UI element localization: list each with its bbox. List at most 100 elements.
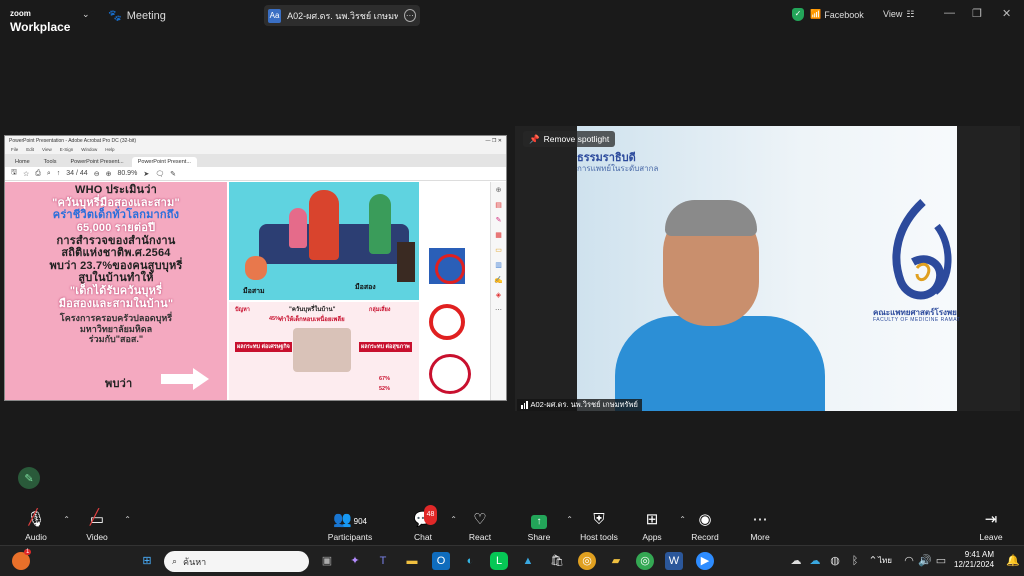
onedrive-icon[interactable]: ☁ — [806, 552, 824, 570]
taskbar-clock[interactable]: 9:41 AM 12/21/2024 — [954, 550, 994, 571]
zoom-level[interactable]: 80.9% — [117, 170, 137, 177]
file-explorer-icon[interactable]: ▬ — [403, 552, 421, 570]
spotlight-video-tile[interactable]: ธรรมราธิบดี การแพทย์ในระดับสากล คณะแพทยศ… — [515, 126, 1020, 411]
shield-icon: ⛨ — [593, 511, 605, 528]
remove-spotlight-button[interactable]: 📌 Remove spotlight — [523, 131, 616, 147]
menu-edit[interactable]: Edit — [26, 147, 34, 153]
view-label: View — [883, 9, 903, 19]
menu-window[interactable]: Window — [81, 147, 97, 153]
leave-button[interactable]: ⇥ Leave — [961, 511, 1021, 542]
shared-screen[interactable]: PowerPoint Presentation - Adobe Acrobat … — [4, 135, 507, 401]
outlook-icon[interactable]: O — [432, 552, 450, 570]
bluetooth-icon[interactable]: ᛒ — [846, 552, 864, 570]
record-button[interactable]: ◉ Record — [675, 511, 735, 542]
title-bar: zoom Workplace ⌄ 🐾 Meeting Aa A02-ผศ.ดร.… — [0, 0, 1024, 34]
chevron-up-icon[interactable]: ⌃ — [124, 515, 131, 524]
share-button[interactable]: ↑ Share ⌃ — [509, 511, 573, 542]
organization-logo — [429, 354, 471, 394]
view-menu[interactable]: View ☷ — [883, 9, 914, 20]
line-tray-icon[interactable]: ◍ — [826, 552, 844, 570]
more-options-icon[interactable]: ⋯ — [403, 9, 417, 22]
close-icon[interactable]: ✕ — [1002, 7, 1011, 20]
edit-pdf-icon[interactable]: ✎ — [496, 216, 502, 224]
slide-line: พบว่า 23.7%ของคนสูบบุหรี่ — [49, 259, 183, 272]
tab-document-1[interactable]: PowerPoint Present... — [65, 157, 130, 167]
annotate-pen-icon[interactable]: ✎ — [18, 467, 40, 489]
info-pct-1: 45% — [269, 316, 281, 322]
menu-file[interactable]: File — [11, 147, 18, 153]
export-pdf-icon[interactable]: ▤ — [495, 201, 502, 209]
shared-screen-title: A02-ผศ.ดร. นพ.วิรชย์ เกษมทรัพย์'s s — [287, 10, 398, 21]
organize-icon[interactable]: ▥ — [495, 261, 502, 269]
chat-button[interactable]: 💬 48 Chat ⌃ — [393, 505, 457, 542]
folder-icon[interactable]: ▰ — [607, 552, 625, 570]
video-label: Video — [86, 532, 108, 542]
select-icon[interactable]: ➤ — [143, 170, 149, 178]
live-stream-status[interactable]: 📶 Facebook — [810, 9, 864, 20]
edge-icon[interactable]: ◐ — [461, 552, 479, 570]
zoom-workplace-logo[interactable]: zoom Workplace — [10, 4, 70, 34]
shared-screen-tab[interactable]: Aa A02-ผศ.ดร. นพ.วิรชย์ เกษมทรัพย์'s s ⋯ — [264, 5, 420, 26]
tab-document-2[interactable]: PowerPoint Present... — [131, 157, 197, 167]
more-button[interactable]: ⋯ More — [730, 511, 790, 542]
more-tools-icon[interactable]: ⋯ — [495, 306, 502, 314]
tab-tools[interactable]: Tools — [38, 157, 63, 167]
chevron-down-icon[interactable]: ⌄ — [82, 9, 90, 20]
battery-icon[interactable]: ▭ — [932, 552, 950, 570]
save-icon[interactable]: 🖫 — [11, 168, 17, 179]
pen-icon[interactable]: ✎ — [170, 170, 176, 178]
menu-help[interactable]: Help — [105, 147, 114, 153]
host-tools-button[interactable]: ⛨ Host tools — [569, 511, 629, 542]
print-icon[interactable]: ⎙ — [35, 170, 41, 178]
zoom-in-icon[interactable]: ⊕ — [106, 170, 112, 178]
pdf-page: WHO ประเมินว่า "ควันบุหรี่มือสองและสาม" … — [5, 182, 491, 400]
zoom-out-icon[interactable]: ⊖ — [94, 170, 100, 178]
window-controls: — ❐ ✕ — [485, 138, 502, 144]
search-icon[interactable]: ⌕ — [47, 170, 51, 178]
bookmark-icon[interactable]: ☆ — [23, 170, 29, 178]
photos-icon[interactable]: ▲ — [519, 552, 537, 570]
page-indicator[interactable]: 34 / 44 — [66, 170, 87, 177]
menu-esign[interactable]: E-Sign — [60, 147, 74, 153]
copilot-icon[interactable]: ✦ — [346, 552, 364, 570]
participants-button[interactable]: 👥 904 Participants — [320, 511, 380, 542]
chrome-profile-icon[interactable]: ◎ — [636, 552, 654, 570]
line-app-icon[interactable]: L — [490, 552, 508, 570]
start-icon[interactable]: ⊞ — [138, 552, 156, 570]
chrome-icon[interactable]: ◎ — [578, 552, 596, 570]
cloud-icon[interactable]: ☁ — [787, 552, 805, 570]
menu-view[interactable]: View — [42, 147, 52, 153]
windows-taskbar: 1 ⊞ ⌕ ค้นหา ▣ ✦ T ▬ O ◐ L ▲ 🛍 ◎ ▰ ◎ W ▶ … — [0, 545, 1024, 576]
word-icon[interactable]: W — [665, 552, 683, 570]
language-indicator[interactable]: ไทย — [874, 552, 896, 570]
info-title: "ควันบุหรี่ในบ้าน" — [289, 307, 336, 313]
notification-badge: 1 — [24, 549, 32, 555]
zoom-icon[interactable]: ⊕ — [496, 186, 502, 194]
zoom-app-icon[interactable]: ▶ — [696, 552, 714, 570]
maximize-icon[interactable]: ❐ — [972, 7, 982, 20]
tab-home[interactable]: Home — [9, 157, 36, 167]
leave-label: Leave — [979, 532, 1003, 542]
page-up-icon[interactable]: ↑ — [57, 170, 61, 177]
host-tools-label: Host tools — [580, 532, 618, 542]
react-button[interactable]: ♡ React — [450, 511, 510, 542]
apps-button[interactable]: ⊞ Apps ⌃ — [622, 511, 686, 542]
notifications-bell-icon[interactable]: 🔔 — [1004, 552, 1022, 570]
infographic-panel: "ควันบุหรี่ในบ้าน" ทำให้เด็กหอบเหนื่อยเพ… — [229, 302, 419, 400]
meeting-menu[interactable]: 🐾 Meeting — [108, 9, 166, 23]
create-pdf-icon[interactable]: ▦ — [495, 231, 502, 239]
security-shield-icon[interactable]: ✓ — [792, 8, 804, 21]
video-button[interactable]: ▭ ╱ Video ⌃ — [67, 509, 131, 542]
fill-sign-icon[interactable]: ✍ — [494, 276, 503, 284]
comment-icon[interactable]: 🗨 — [155, 170, 164, 178]
chat-badge: 48 — [423, 505, 438, 525]
protect-icon[interactable]: ◈ — [496, 291, 501, 299]
store-icon[interactable]: 🛍 — [548, 552, 566, 570]
task-view-icon[interactable]: ▣ — [318, 552, 336, 570]
slide-line: 65,000 รายต่อปี — [76, 221, 156, 234]
audio-button[interactable]: 🎙 ╱ Audio ⌃ — [6, 509, 70, 542]
comment-tool-icon[interactable]: ▭ — [495, 246, 502, 254]
minimize-icon[interactable]: — — [944, 7, 955, 19]
teams-icon[interactable]: T — [374, 552, 392, 570]
taskbar-search[interactable]: ⌕ ค้นหา — [164, 551, 309, 572]
